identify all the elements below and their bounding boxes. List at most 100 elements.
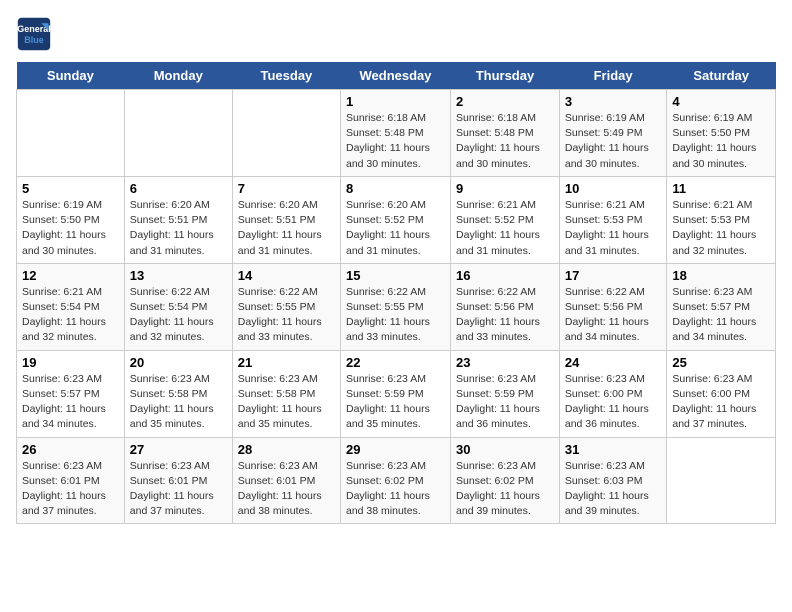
- day-number: 26: [22, 442, 119, 457]
- calendar-cell: 6 Sunrise: 6:20 AMSunset: 5:51 PMDaylight…: [124, 176, 232, 263]
- day-info: Sunrise: 6:23 AMSunset: 6:02 PMDaylight:…: [456, 459, 554, 520]
- day-info: Sunrise: 6:22 AMSunset: 5:55 PMDaylight:…: [238, 285, 335, 346]
- day-info: Sunrise: 6:23 AMSunset: 6:01 PMDaylight:…: [238, 459, 335, 520]
- calendar-cell: 8Sunrise: 6:20 AMSunset: 5:52 PMDaylight…: [341, 176, 451, 263]
- day-info: Sunrise: 6:23 AMSunset: 6:01 PMDaylight:…: [130, 459, 227, 520]
- day-info: Sunrise: 6:18 AMSunset: 5:48 PMDaylight:…: [456, 111, 554, 172]
- calendar-cell: 3Sunrise: 6:19 AMSunset: 5:49 PMDaylight…: [559, 90, 667, 177]
- calendar-cell: 25Sunrise: 6:23 AMSunset: 6:00 PMDayligh…: [667, 350, 776, 437]
- calendar-cell: 17 Sunrise: 6:22 AMSunset: 5:56 PMDayligh…: [559, 263, 667, 350]
- day-info: Sunrise: 6:21 AMSunset: 5:54 PMDaylight:…: [22, 285, 119, 346]
- calendar-cell: 12 Sunrise: 6:21 AMSunset: 5:54 PMDayligh…: [17, 263, 125, 350]
- day-info: Sunrise: 6:19 AMSunset: 5:50 PMDaylight:…: [22, 198, 119, 259]
- day-info: Sunrise: 6:23 AMSunset: 5:59 PMDaylight:…: [346, 372, 445, 433]
- weekday-header-monday: Monday: [124, 62, 232, 90]
- calendar-cell: 16Sunrise: 6:22 AMSunset: 5:56 PMDayligh…: [451, 263, 560, 350]
- day-info: Sunrise: 6:23 AMSunset: 5:57 PMDaylight:…: [672, 285, 770, 346]
- weekday-header-friday: Friday: [559, 62, 667, 90]
- day-info: Sunrise: 6:19 AMSunset: 5:49 PMDaylight:…: [565, 111, 662, 172]
- calendar-cell: 28 Sunrise: 6:23 AMSunset: 6:01 PMDayligh…: [232, 437, 340, 524]
- weekday-header-wednesday: Wednesday: [341, 62, 451, 90]
- calendar-cell: [124, 90, 232, 177]
- day-number: 17: [565, 268, 662, 283]
- calendar-cell: 5 Sunrise: 6:19 AMSunset: 5:50 PMDaylight…: [17, 176, 125, 263]
- calendar-cell: 15Sunrise: 6:22 AMSunset: 5:55 PMDayligh…: [341, 263, 451, 350]
- calendar-week-4: 19 Sunrise: 6:23 AMSunset: 5:57 PMDayligh…: [17, 350, 776, 437]
- day-number: 28: [238, 442, 335, 457]
- weekday-header-tuesday: Tuesday: [232, 62, 340, 90]
- day-number: 15: [346, 268, 445, 283]
- calendar-week-5: 26 Sunrise: 6:23 AMSunset: 6:01 PMDayligh…: [17, 437, 776, 524]
- day-number: 11: [672, 181, 770, 196]
- calendar-cell: 2 Sunrise: 6:18 AMSunset: 5:48 PMDaylight…: [451, 90, 560, 177]
- calendar-body: 1 Sunrise: 6:18 AMSunset: 5:48 PMDaylight…: [17, 90, 776, 524]
- day-info: Sunrise: 6:22 AMSunset: 5:56 PMDaylight:…: [565, 285, 662, 346]
- day-number: 6: [130, 181, 227, 196]
- calendar-cell: 1 Sunrise: 6:18 AMSunset: 5:48 PMDaylight…: [341, 90, 451, 177]
- day-info: Sunrise: 6:21 AMSunset: 5:53 PMDaylight:…: [565, 198, 662, 259]
- page-header: General Blue: [16, 16, 776, 52]
- day-number: 14: [238, 268, 335, 283]
- calendar-cell: 18 Sunrise: 6:23 AMSunset: 5:57 PMDayligh…: [667, 263, 776, 350]
- day-info: Sunrise: 6:21 AMSunset: 5:53 PMDaylight:…: [672, 198, 770, 259]
- calendar-table: SundayMondayTuesdayWednesdayThursdayFrid…: [16, 62, 776, 524]
- weekday-header-saturday: Saturday: [667, 62, 776, 90]
- day-info: Sunrise: 6:23 AMSunset: 6:00 PMDaylight:…: [565, 372, 662, 433]
- day-info: Sunrise: 6:23 AMSunset: 5:59 PMDaylight:…: [456, 372, 554, 433]
- calendar-cell: 31Sunrise: 6:23 AMSunset: 6:03 PMDayligh…: [559, 437, 667, 524]
- svg-text:Blue: Blue: [24, 35, 44, 45]
- day-number: 10: [565, 181, 662, 196]
- calendar-cell: 23Sunrise: 6:23 AMSunset: 5:59 PMDayligh…: [451, 350, 560, 437]
- day-number: 7: [238, 181, 335, 196]
- calendar-cell: 29Sunrise: 6:23 AMSunset: 6:02 PMDayligh…: [341, 437, 451, 524]
- day-info: Sunrise: 6:20 AMSunset: 5:51 PMDaylight:…: [130, 198, 227, 259]
- day-number: 27: [130, 442, 227, 457]
- day-info: Sunrise: 6:20 AMSunset: 5:52 PMDaylight:…: [346, 198, 445, 259]
- calendar-cell: 30 Sunrise: 6:23 AMSunset: 6:02 PMDayligh…: [451, 437, 560, 524]
- day-number: 16: [456, 268, 554, 283]
- day-number: 29: [346, 442, 445, 457]
- day-number: 12: [22, 268, 119, 283]
- calendar-cell: 11 Sunrise: 6:21 AMSunset: 5:53 PMDayligh…: [667, 176, 776, 263]
- day-number: 4: [672, 94, 770, 109]
- day-info: Sunrise: 6:23 AMSunset: 6:03 PMDaylight:…: [565, 459, 662, 520]
- day-number: 5: [22, 181, 119, 196]
- calendar-cell: 4 Sunrise: 6:19 AMSunset: 5:50 PMDaylight…: [667, 90, 776, 177]
- day-info: Sunrise: 6:18 AMSunset: 5:48 PMDaylight:…: [346, 111, 445, 172]
- day-number: 18: [672, 268, 770, 283]
- calendar-cell: 9Sunrise: 6:21 AMSunset: 5:52 PMDaylight…: [451, 176, 560, 263]
- day-number: 19: [22, 355, 119, 370]
- day-number: 20: [130, 355, 227, 370]
- calendar-cell: 21Sunrise: 6:23 AMSunset: 5:58 PMDayligh…: [232, 350, 340, 437]
- day-number: 2: [456, 94, 554, 109]
- day-info: Sunrise: 6:23 AMSunset: 6:00 PMDaylight:…: [672, 372, 770, 433]
- weekday-header-thursday: Thursday: [451, 62, 560, 90]
- calendar-cell: 7 Sunrise: 6:20 AMSunset: 5:51 PMDaylight…: [232, 176, 340, 263]
- day-info: Sunrise: 6:23 AMSunset: 5:58 PMDaylight:…: [130, 372, 227, 433]
- calendar-cell: 14 Sunrise: 6:22 AMSunset: 5:55 PMDayligh…: [232, 263, 340, 350]
- day-info: Sunrise: 6:23 AMSunset: 5:57 PMDaylight:…: [22, 372, 119, 433]
- day-info: Sunrise: 6:19 AMSunset: 5:50 PMDaylight:…: [672, 111, 770, 172]
- day-number: 30: [456, 442, 554, 457]
- calendar-cell: 10 Sunrise: 6:21 AMSunset: 5:53 PMDayligh…: [559, 176, 667, 263]
- calendar-cell: 27 Sunrise: 6:23 AMSunset: 6:01 PMDayligh…: [124, 437, 232, 524]
- calendar-cell: 24 Sunrise: 6:23 AMSunset: 6:00 PMDayligh…: [559, 350, 667, 437]
- calendar-cell: 19 Sunrise: 6:23 AMSunset: 5:57 PMDayligh…: [17, 350, 125, 437]
- day-number: 24: [565, 355, 662, 370]
- day-number: 13: [130, 268, 227, 283]
- calendar-week-1: 1 Sunrise: 6:18 AMSunset: 5:48 PMDaylight…: [17, 90, 776, 177]
- calendar-cell: [232, 90, 340, 177]
- day-info: Sunrise: 6:23 AMSunset: 6:01 PMDaylight:…: [22, 459, 119, 520]
- day-number: 22: [346, 355, 445, 370]
- calendar-cell: [17, 90, 125, 177]
- day-number: 1: [346, 94, 445, 109]
- day-info: Sunrise: 6:20 AMSunset: 5:51 PMDaylight:…: [238, 198, 335, 259]
- weekday-header-sunday: Sunday: [17, 62, 125, 90]
- calendar-week-3: 12 Sunrise: 6:21 AMSunset: 5:54 PMDayligh…: [17, 263, 776, 350]
- logo: General Blue: [16, 16, 56, 52]
- day-info: Sunrise: 6:22 AMSunset: 5:54 PMDaylight:…: [130, 285, 227, 346]
- logo-icon: General Blue: [16, 16, 52, 52]
- weekday-header-row: SundayMondayTuesdayWednesdayThursdayFrid…: [17, 62, 776, 90]
- day-number: 9: [456, 181, 554, 196]
- calendar-cell: 13 Sunrise: 6:22 AMSunset: 5:54 PMDayligh…: [124, 263, 232, 350]
